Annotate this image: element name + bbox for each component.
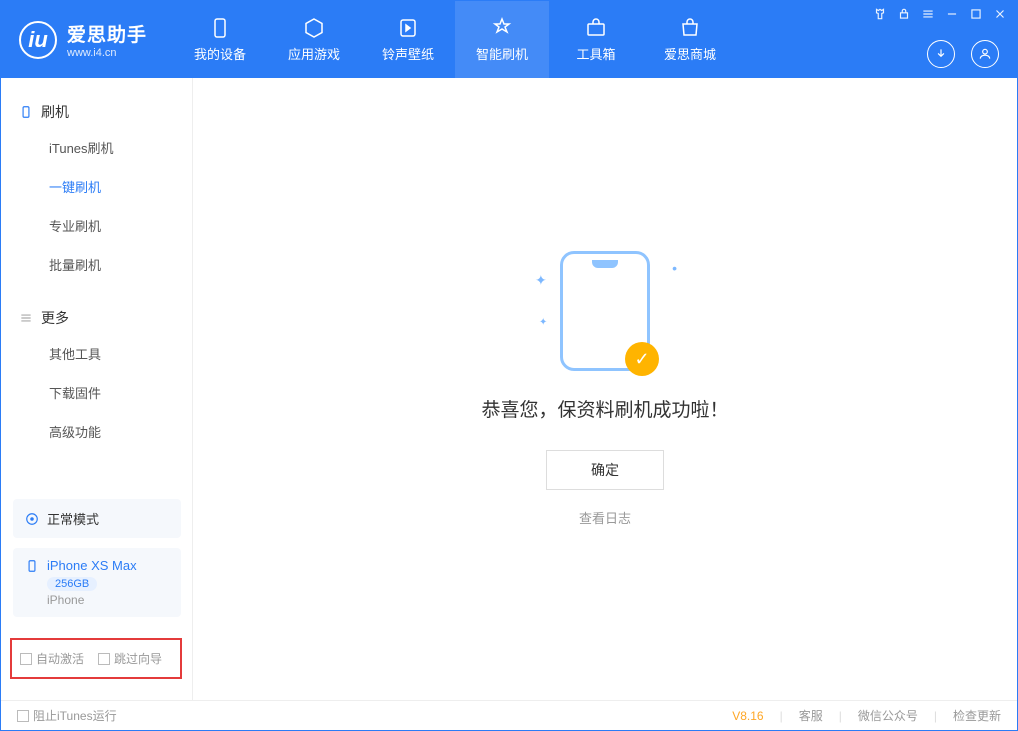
phone-icon bbox=[19, 105, 33, 119]
sparkle-icon: ✦ bbox=[539, 317, 547, 328]
checkbox-block-itunes[interactable]: 阻止iTunes运行 bbox=[17, 707, 117, 724]
device-name: iPhone XS Max bbox=[47, 558, 137, 573]
sidebar-item-advanced[interactable]: 高级功能 bbox=[1, 412, 192, 451]
checkbox-icon bbox=[20, 653, 32, 665]
menu-icon[interactable] bbox=[921, 7, 935, 21]
tab-device[interactable]: 我的设备 bbox=[173, 1, 267, 78]
wechat-link[interactable]: 微信公众号 bbox=[858, 707, 918, 724]
sidebar-item-batch-flash[interactable]: 批量刷机 bbox=[1, 245, 192, 284]
footer-right: V8.16 | 客服 | 微信公众号 | 检查更新 bbox=[732, 707, 1001, 724]
minimize-icon[interactable] bbox=[945, 7, 959, 21]
update-link[interactable]: 检查更新 bbox=[953, 707, 1001, 724]
app-name: 爱思助手 bbox=[67, 20, 147, 47]
tab-toolbox[interactable]: 工具箱 bbox=[549, 1, 643, 78]
logo-area: iu 爱思助手 www.i4.cn bbox=[1, 20, 165, 59]
success-message: 恭喜您，保资料刷机成功啦！ bbox=[481, 395, 728, 422]
logo-text: 爱思助手 www.i4.cn bbox=[67, 20, 147, 59]
mode-card[interactable]: 正常模式 bbox=[13, 499, 181, 538]
window-controls bbox=[873, 7, 1007, 21]
success-check-icon: ✓ bbox=[625, 342, 659, 376]
sidebar-header-more: 更多 bbox=[1, 302, 192, 334]
checkbox-skip-guide[interactable]: 跳过向导 bbox=[98, 650, 162, 667]
sparkle-icon: ✦ bbox=[535, 272, 547, 289]
more-icon bbox=[19, 311, 33, 325]
download-icon[interactable] bbox=[927, 40, 955, 68]
main-content: ✦ • ✦ ✓ 恭喜您，保资料刷机成功啦！ 确定 查看日志 bbox=[193, 78, 1017, 700]
tab-ringtone[interactable]: 铃声壁纸 bbox=[361, 1, 455, 78]
sidebar-item-pro-flash[interactable]: 专业刷机 bbox=[1, 206, 192, 245]
sidebar-item-itunes-flash[interactable]: iTunes刷机 bbox=[1, 128, 192, 167]
close-icon[interactable] bbox=[993, 7, 1007, 21]
mode-label: 正常模式 bbox=[47, 509, 99, 528]
user-icon[interactable] bbox=[971, 40, 999, 68]
device-cards: 正常模式 iPhone XS Max 256GB iPhone bbox=[1, 499, 193, 627]
device-type: iPhone bbox=[47, 593, 169, 607]
view-log-link[interactable]: 查看日志 bbox=[579, 508, 631, 527]
logo-icon: iu bbox=[19, 21, 57, 59]
shirt-icon[interactable] bbox=[873, 7, 887, 21]
ok-button[interactable]: 确定 bbox=[546, 450, 664, 490]
mode-icon bbox=[25, 512, 39, 526]
tab-store[interactable]: 爱思商城 bbox=[643, 1, 737, 78]
checkbox-icon bbox=[98, 653, 110, 665]
device-storage: 256GB bbox=[47, 577, 97, 591]
maximize-icon[interactable] bbox=[969, 7, 983, 21]
app-header: iu 爱思助手 www.i4.cn 我的设备 应用游戏 铃声壁纸 智能刷机 工具… bbox=[1, 1, 1017, 78]
support-link[interactable]: 客服 bbox=[799, 707, 823, 724]
tab-apps[interactable]: 应用游戏 bbox=[267, 1, 361, 78]
checkbox-icon bbox=[17, 710, 29, 722]
sidebar-section-more: 更多 其他工具 下载固件 高级功能 bbox=[1, 302, 192, 451]
sparkle-icon: • bbox=[672, 260, 677, 276]
bottom-options-highlight: 自动激活 跳过向导 bbox=[10, 638, 182, 679]
sidebar-item-download-firmware[interactable]: 下载固件 bbox=[1, 373, 192, 412]
footer: 阻止iTunes运行 V8.16 | 客服 | 微信公众号 | 检查更新 bbox=[1, 700, 1017, 730]
app-url: www.i4.cn bbox=[67, 47, 147, 59]
footer-left: 阻止iTunes运行 bbox=[17, 707, 117, 724]
sidebar: 刷机 iTunes刷机 一键刷机 专业刷机 批量刷机 更多 其他工具 下载固件 … bbox=[1, 78, 193, 700]
sidebar-section-flash: 刷机 iTunes刷机 一键刷机 专业刷机 批量刷机 bbox=[1, 96, 192, 284]
sidebar-item-other-tools[interactable]: 其他工具 bbox=[1, 334, 192, 373]
phone-illustration: ✦ • ✦ ✓ bbox=[560, 251, 650, 371]
device-icon bbox=[25, 559, 39, 573]
checkbox-auto-activate[interactable]: 自动激活 bbox=[20, 650, 84, 667]
version-label: V8.16 bbox=[732, 709, 763, 723]
nav-tabs: 我的设备 应用游戏 铃声壁纸 智能刷机 工具箱 爱思商城 bbox=[173, 1, 737, 78]
tab-flash[interactable]: 智能刷机 bbox=[455, 1, 549, 78]
sidebar-item-oneclick-flash[interactable]: 一键刷机 bbox=[1, 167, 192, 206]
sidebar-header-flash: 刷机 bbox=[1, 96, 192, 128]
lock-icon[interactable] bbox=[897, 7, 911, 21]
device-card[interactable]: iPhone XS Max 256GB iPhone bbox=[13, 548, 181, 617]
header-actions bbox=[927, 40, 999, 68]
body: 刷机 iTunes刷机 一键刷机 专业刷机 批量刷机 更多 其他工具 下载固件 … bbox=[1, 78, 1017, 700]
